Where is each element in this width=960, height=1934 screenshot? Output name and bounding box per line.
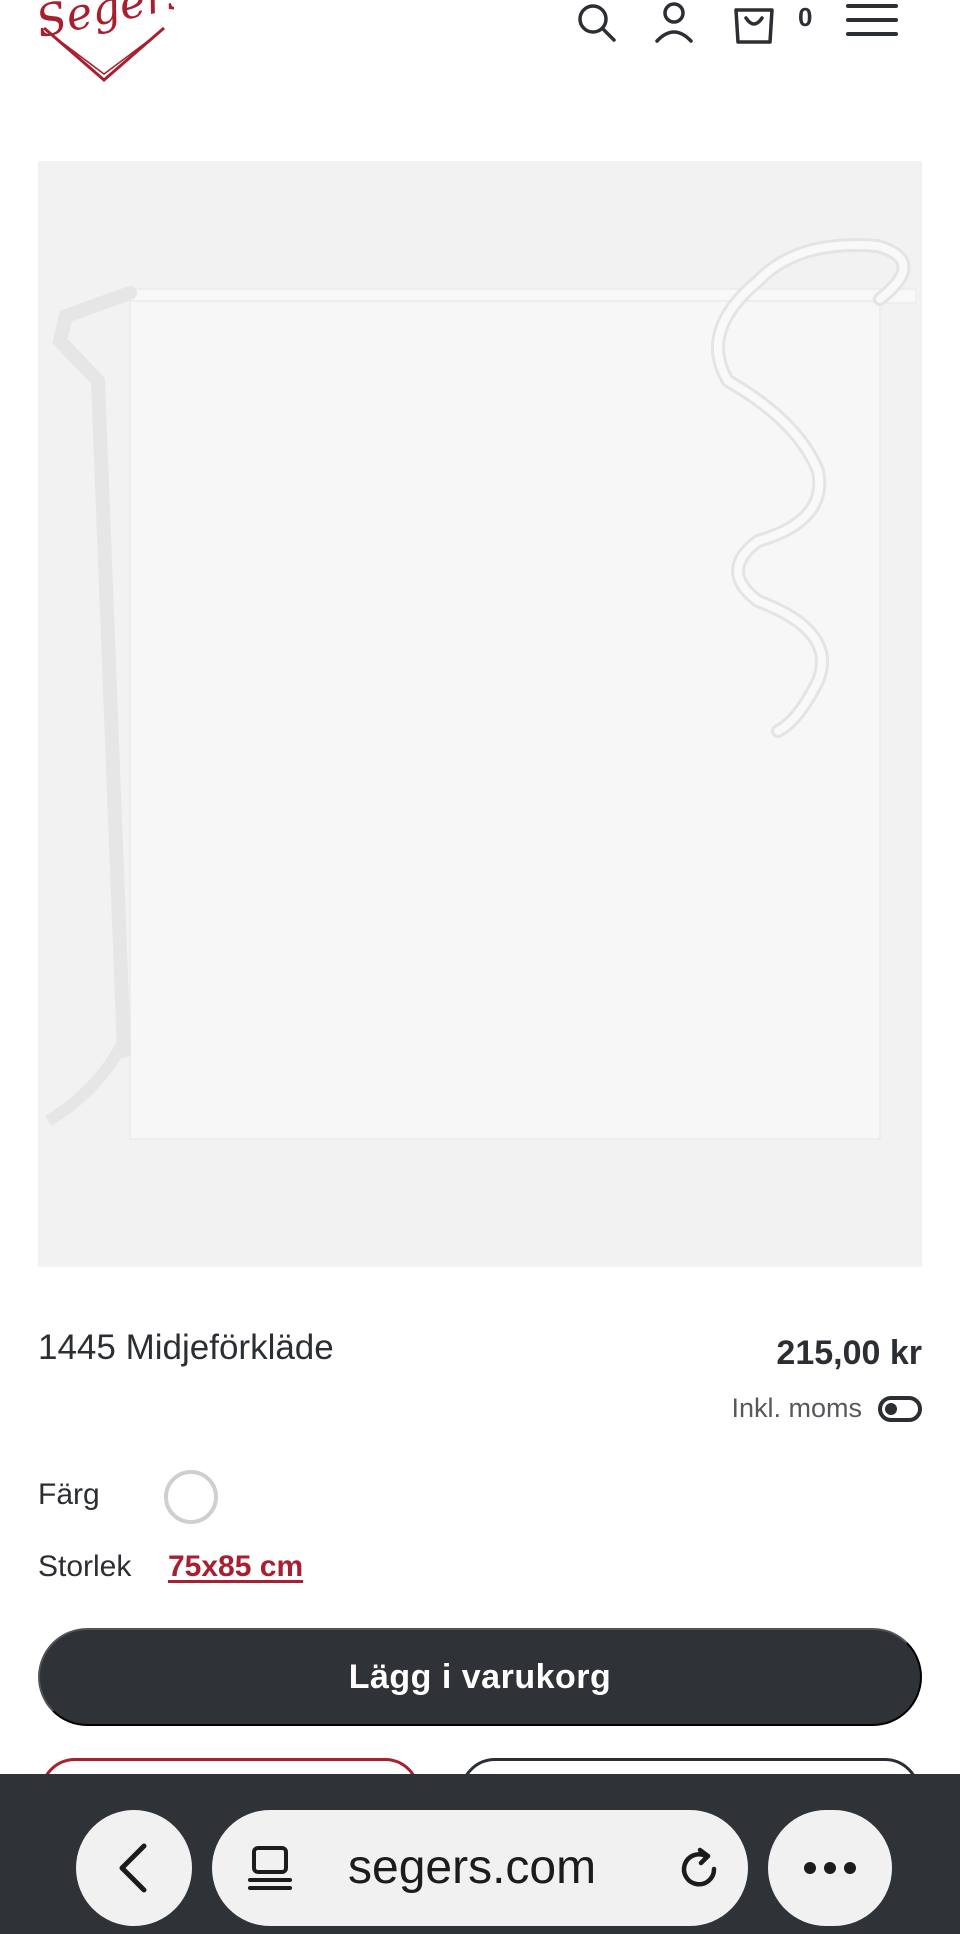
tab-icon[interactable] xyxy=(246,1844,294,1892)
size-label: Storlek xyxy=(38,1550,132,1583)
browser-toolbar: segers.com xyxy=(0,1774,960,1934)
more-button[interactable] xyxy=(768,1810,892,1926)
svg-text:Segers: Segers xyxy=(34,0,174,48)
apron-illustration xyxy=(38,161,922,1267)
vat-toggle-icon[interactable] xyxy=(878,1395,922,1422)
site-header: Segers 0 xyxy=(0,0,960,110)
vat-label: Inkl. moms xyxy=(731,1393,862,1423)
size-option[interactable]: 75x85 cm xyxy=(168,1550,303,1584)
product-title: 1445 Midjeförkläde xyxy=(38,1328,334,1367)
product-image[interactable] xyxy=(38,161,922,1267)
url-text[interactable]: segers.com xyxy=(348,1840,596,1895)
search-icon[interactable] xyxy=(572,0,620,46)
back-icon xyxy=(119,1843,147,1893)
menu-icon[interactable] xyxy=(846,0,898,46)
color-label: Färg xyxy=(38,1478,100,1511)
cart-count[interactable]: 0 xyxy=(798,2,812,33)
user-icon[interactable] xyxy=(650,0,698,46)
back-button[interactable] xyxy=(76,1810,192,1926)
vat-toggle-row[interactable]: Inkl. moms xyxy=(731,1393,922,1424)
reload-icon[interactable] xyxy=(674,1844,724,1894)
cart-icon[interactable] xyxy=(730,0,778,46)
more-icon xyxy=(804,1862,856,1874)
color-swatch-white[interactable] xyxy=(164,1470,218,1524)
product-price: 215,00 kr xyxy=(776,1334,922,1372)
address-bar[interactable]: segers.com xyxy=(212,1810,748,1926)
add-to-cart-button[interactable]: Lägg i varukorg xyxy=(38,1628,922,1726)
segers-logo[interactable]: Segers xyxy=(34,0,174,88)
